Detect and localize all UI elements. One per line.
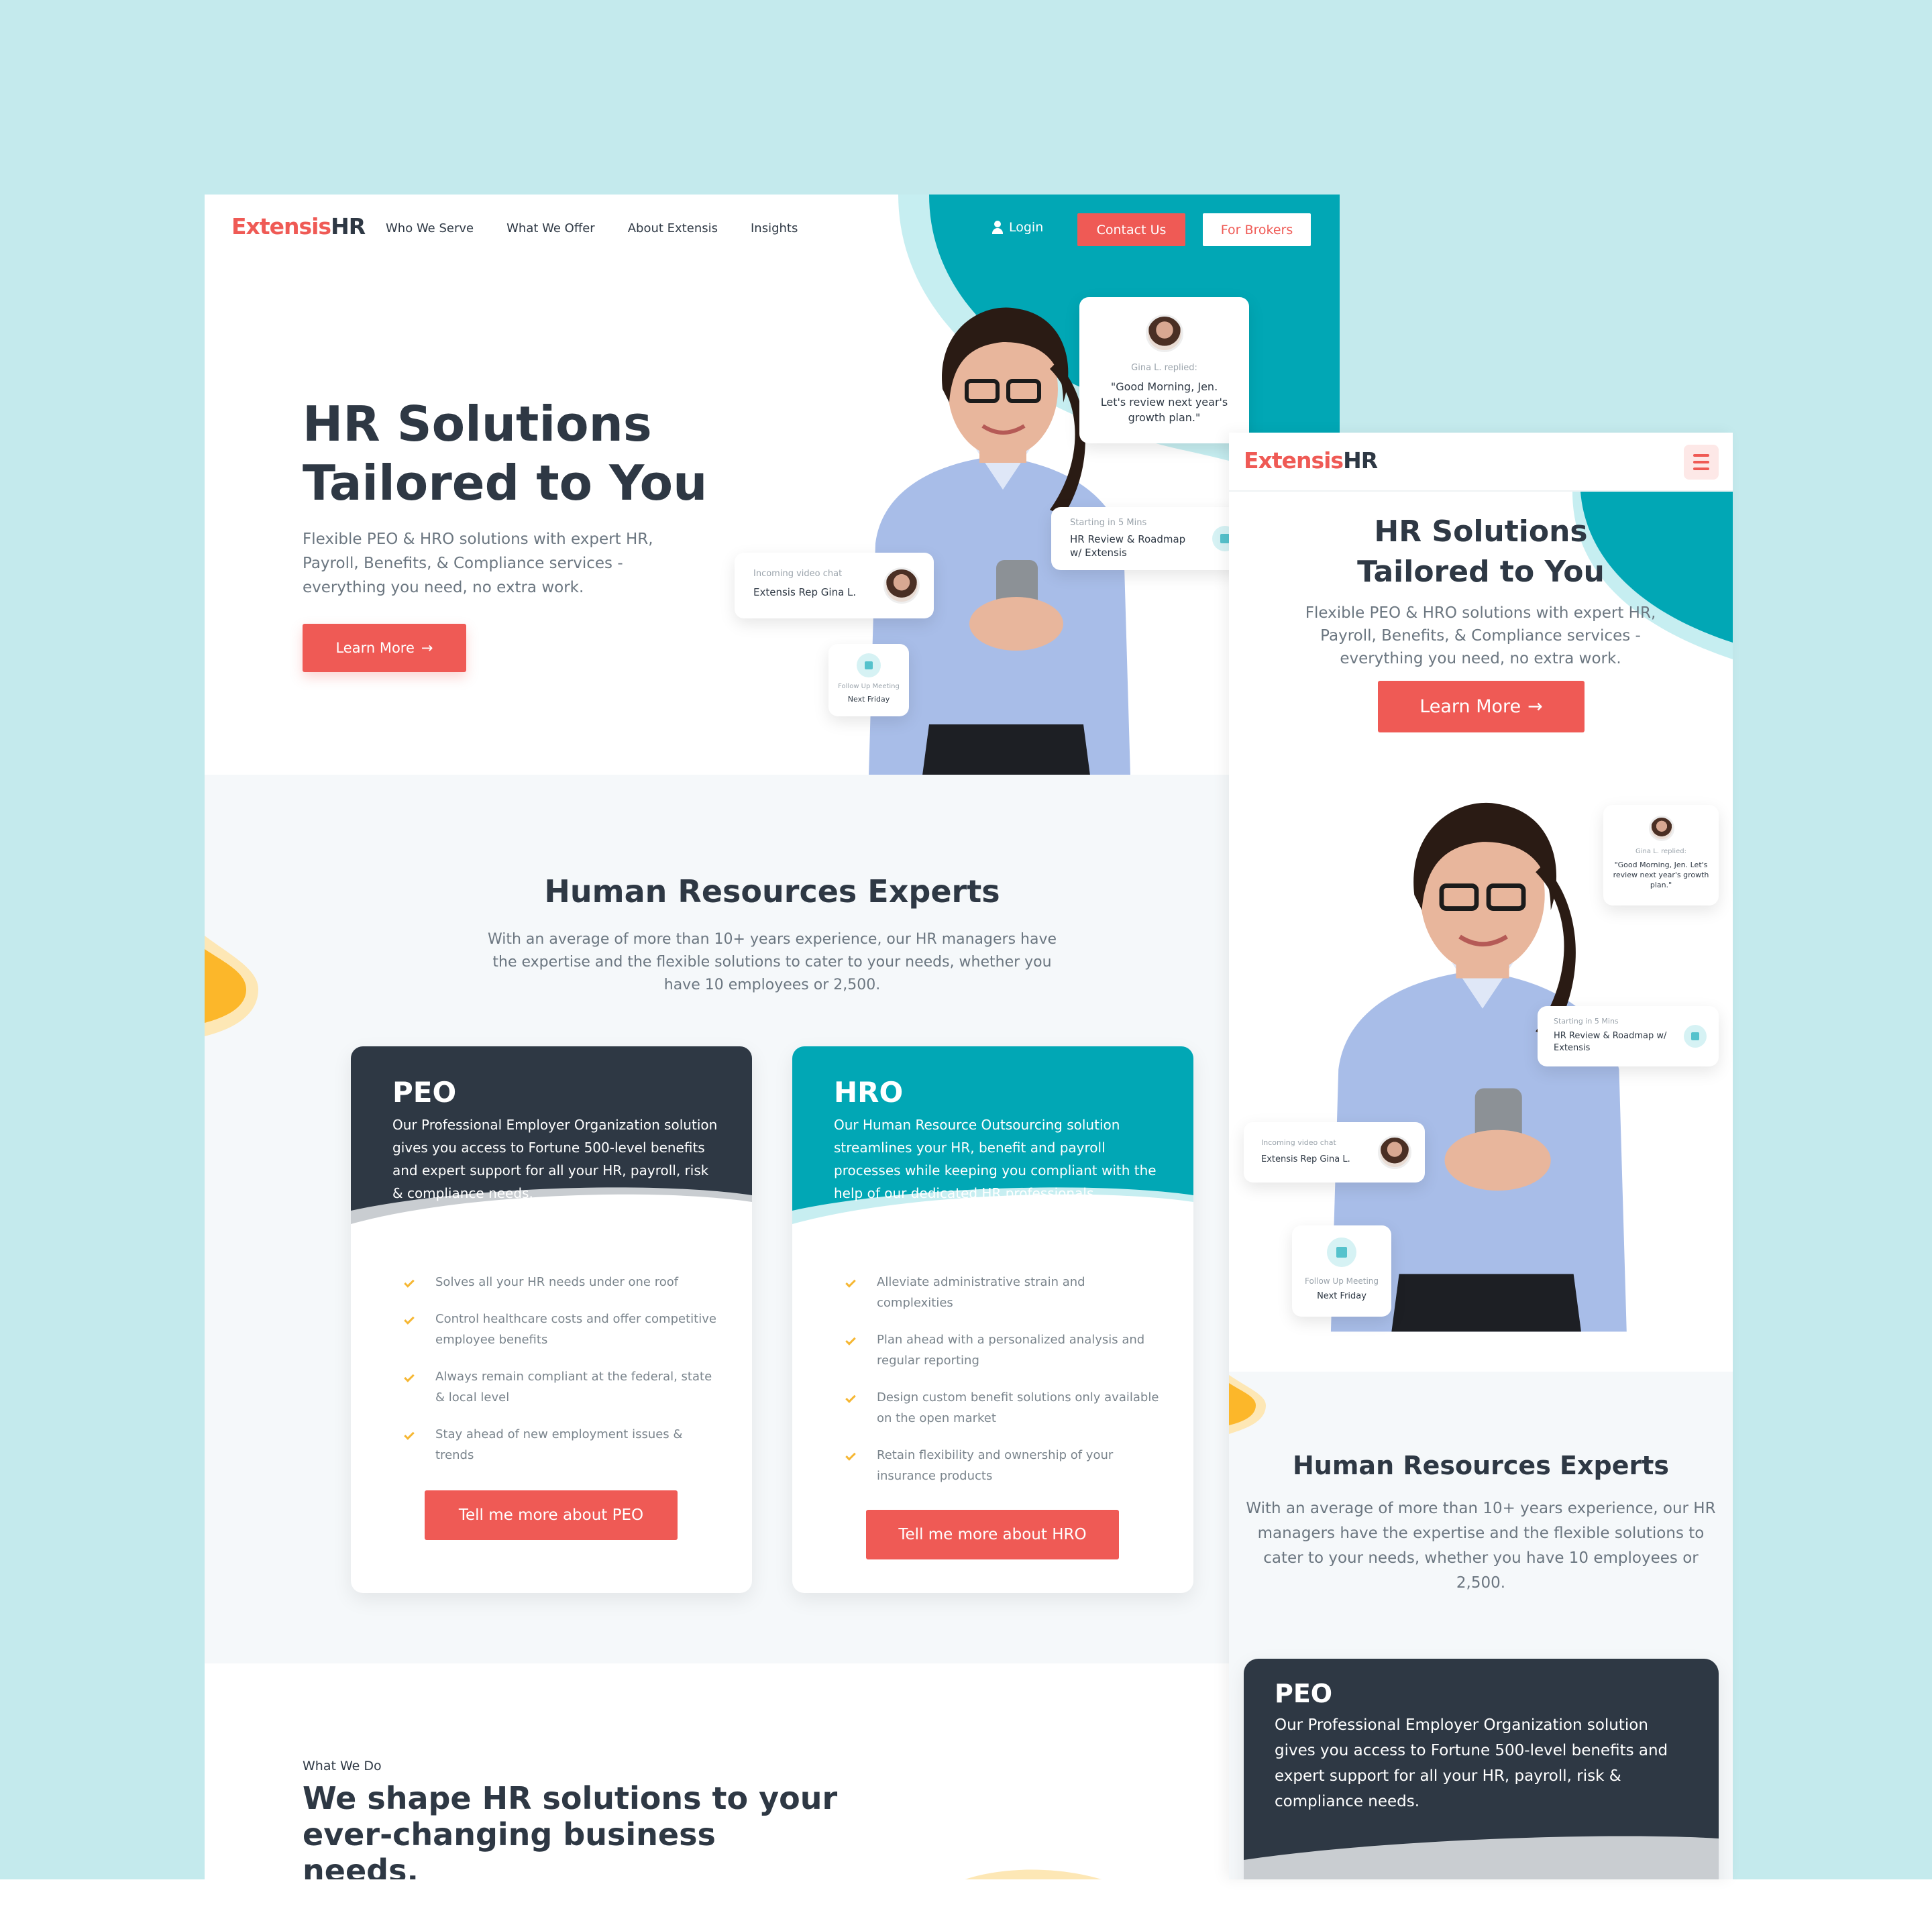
list-item: Solves all your HR needs under one roof [404, 1272, 720, 1292]
list-item: Plan ahead with a personalized analysis … [845, 1329, 1161, 1371]
list-item: Control healthcare costs and offer compe… [404, 1309, 720, 1350]
check-icon [845, 1392, 856, 1403]
peo-description: Our Professional Employer Organization s… [392, 1117, 718, 1201]
yellow-decor-shape [205, 936, 258, 1036]
follow-up-card: Follow Up Meeting Next Friday [1292, 1225, 1391, 1317]
extensis-logo[interactable]: ExtensisHR [231, 213, 366, 239]
tell-me-more-hro-button[interactable]: Tell me more about HRO [866, 1510, 1119, 1559]
hro-card: HRO Our Human Resource Outsourcing solut… [792, 1046, 1193, 1593]
gina-avatar [1649, 816, 1674, 841]
gina-avatar [1146, 315, 1183, 352]
desktop-mockup: ExtensisHR Who We Serve What We Offer Ab… [205, 195, 1340, 1879]
extensis-logo[interactable]: ExtensisHR [1244, 447, 1378, 474]
meeting-card: Starting in 5 Mins HR Review & Roadmap w… [1051, 507, 1246, 570]
list-item: Retain flexibility and ownership of your… [845, 1445, 1161, 1486]
peo-title: PEO [392, 1076, 457, 1109]
check-icon [404, 1314, 415, 1325]
nav-what-we-offer[interactable]: What We Offer [506, 221, 595, 235]
check-icon [404, 1372, 415, 1382]
hro-title: HRO [834, 1076, 904, 1109]
tell-me-more-peo-button[interactable]: Tell me more about PEO [425, 1490, 678, 1540]
check-icon [845, 1335, 856, 1345]
nav-links: Who We Serve What We Offer About Extensi… [386, 221, 798, 235]
mobile-header: ExtensisHR [1229, 433, 1733, 492]
follow-up-card: Follow Up Meeting Next Friday [828, 644, 909, 716]
peo-title: PEO [1275, 1679, 1333, 1708]
yellow-decor-shape [1229, 1375, 1266, 1434]
contact-us-button[interactable]: Contact Us [1077, 213, 1185, 246]
list-item: Design custom benefit solutions only ava… [845, 1387, 1161, 1429]
arrow-right-icon: → [1527, 696, 1543, 717]
learn-more-button[interactable]: Learn More → [1378, 681, 1585, 732]
peo-description: Our Professional Employer Organization s… [1275, 1716, 1668, 1810]
learn-more-button[interactable]: Learn More → [303, 624, 466, 672]
hamburger-menu-icon[interactable] [1684, 445, 1719, 480]
what-we-do-title: We shape HR solutions to your ever-chang… [303, 1780, 838, 1879]
video-chat-card[interactable]: Incoming video chat Extensis Rep Gina L. [1244, 1122, 1425, 1182]
peo-card: PEO Our Professional Employer Organizati… [351, 1046, 752, 1593]
hro-description: Our Human Resource Outsourcing solution … [834, 1117, 1157, 1201]
reply-message-card: Gina L. replied: "Good Morning, Jen. Let… [1603, 805, 1719, 905]
for-brokers-button[interactable]: For Brokers [1203, 213, 1311, 246]
calendar-icon [1684, 1025, 1707, 1048]
nav-insights[interactable]: Insights [751, 221, 798, 235]
gina-avatar [1378, 1136, 1411, 1169]
video-chat-card[interactable]: Incoming video chat Extensis Rep Gina L. [735, 553, 934, 618]
mobile-mockup: ExtensisHR HR Solutions Tailored to You … [1229, 433, 1733, 1879]
list-item: Alleviate administrative strain and comp… [845, 1272, 1161, 1313]
user-icon [991, 221, 1004, 234]
check-icon [845, 1277, 856, 1288]
top-navigation: ExtensisHR Who We Serve What We Offer Ab… [205, 195, 1340, 262]
experts-text: With an average of more than 10+ years e… [487, 931, 1057, 993]
hero-subtitle: Flexible PEO & HRO solutions with expert… [303, 531, 653, 596]
meeting-card: Starting in 5 Mins HR Review & Roadmap w… [1538, 1006, 1719, 1066]
gina-avatar [883, 567, 920, 604]
what-we-do-label: What We Do [303, 1759, 382, 1773]
hero-subtitle: Flexible PEO & HRO solutions with expert… [1305, 604, 1656, 667]
list-item: Stay ahead of new employment issues & tr… [404, 1424, 720, 1466]
hro-benefits-list: Alleviate administrative strain and comp… [845, 1272, 1161, 1502]
arrow-right-icon: → [421, 640, 433, 656]
calendar-icon [1327, 1238, 1356, 1267]
experts-title: Human Resources Experts [1292, 1451, 1670, 1480]
experts-title: Human Resources Experts [544, 873, 1000, 910]
reply-message-card: Gina L. replied: "Good Morning, Jen. Let… [1079, 297, 1249, 443]
nav-who-we-serve[interactable]: Who We Serve [386, 221, 474, 235]
nav-about-extensis[interactable]: About Extensis [628, 221, 718, 235]
check-icon [404, 1277, 415, 1288]
hero-title: HR Solutions Tailored to You [303, 396, 708, 511]
peo-benefits-list: Solves all your HR needs under one roof … [404, 1272, 720, 1482]
peo-card: PEO Our Professional Employer Organizati… [1244, 1659, 1719, 1879]
check-icon [404, 1429, 415, 1440]
experts-text: With an average of more than 10+ years e… [1246, 1500, 1716, 1592]
calendar-icon [857, 653, 881, 677]
login-link[interactable]: Login [991, 220, 1043, 235]
hero-title: HR Solutions Tailored to You [1357, 514, 1605, 589]
yellow-decor-shape [965, 1869, 1102, 1879]
check-icon [845, 1450, 856, 1461]
list-item: Always remain compliant at the federal, … [404, 1366, 720, 1408]
